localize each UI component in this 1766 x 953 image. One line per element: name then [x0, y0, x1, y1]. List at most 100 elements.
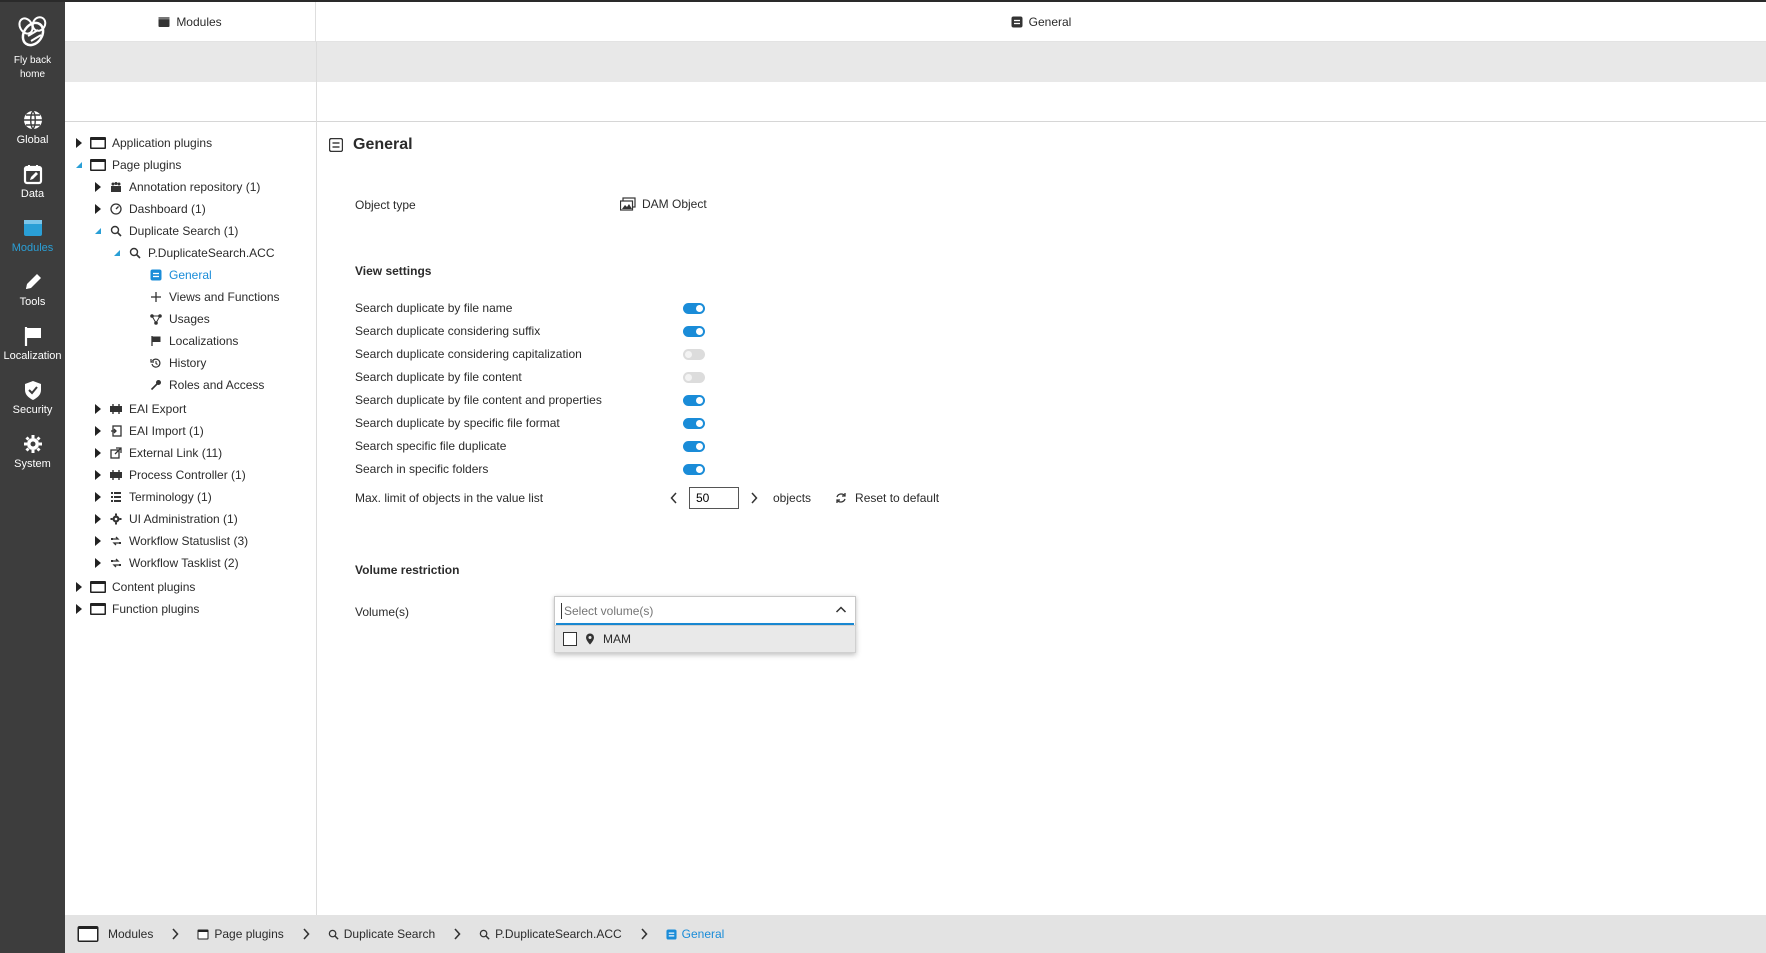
toggle-capitalization[interactable]	[683, 349, 705, 360]
flag-icon	[24, 327, 41, 346]
tree-node-process-controller[interactable]: Process Controller (1)	[93, 465, 246, 485]
tree-node-annotation-repository[interactable]: Annotation repository (1)	[93, 177, 260, 197]
tree-node-p-duplicatesearch[interactable]: P.DuplicateSearch.ACC	[112, 243, 275, 263]
tree-node-ui-administration[interactable]: UI Administration (1)	[93, 509, 238, 529]
annotation-icon	[109, 180, 123, 194]
tree-node-content-plugins[interactable]: Content plugins	[74, 577, 195, 597]
max-limit-unit: objects	[773, 491, 812, 505]
chevron-up-icon[interactable]	[835, 604, 847, 618]
expand-toggle[interactable]	[93, 558, 103, 568]
max-limit-input[interactable]	[689, 487, 739, 509]
volume-option-label[interactable]: MAM	[603, 632, 631, 646]
toggle-file-name[interactable]	[683, 303, 705, 314]
tree-node-workflow-statuslist[interactable]: Workflow Statuslist (3)	[93, 531, 248, 551]
plus-icon	[149, 290, 163, 304]
volumes-search-input[interactable]	[561, 603, 811, 619]
tree-node-general[interactable]: General	[149, 265, 212, 285]
volume-option-checkbox[interactable]	[563, 632, 577, 646]
expand-toggle[interactable]	[74, 138, 84, 148]
expand-toggle[interactable]	[93, 536, 103, 546]
tree-label: External Link (11)	[129, 446, 223, 460]
increment-chevron-icon[interactable]	[747, 491, 761, 505]
expand-toggle[interactable]	[93, 448, 103, 458]
expand-toggle[interactable]	[74, 604, 84, 614]
rail-item-data[interactable]: Data	[0, 163, 65, 200]
general-icon	[666, 928, 677, 940]
search-icon	[328, 929, 339, 940]
toggle-specific-file-duplicate[interactable]	[683, 441, 705, 452]
setting-label: Search duplicate by file content	[355, 370, 522, 384]
tree-label: Workflow Tasklist (2)	[129, 556, 239, 570]
rail-item-global[interactable]: Global	[0, 109, 65, 146]
setting-label: Search duplicate considering capitalizat…	[355, 347, 582, 361]
collapse-toggle[interactable]	[112, 248, 122, 258]
expand-toggle[interactable]	[93, 492, 103, 502]
tree-label: History	[169, 356, 207, 370]
tree-label: Usages	[169, 312, 210, 326]
reset-to-default-button[interactable]: Reset to default	[835, 491, 939, 505]
rail-item-localization[interactable]: Localization	[0, 325, 65, 362]
tree-node-views-functions[interactable]: Views and Functions	[149, 287, 280, 307]
tree-node-usages[interactable]: Usages	[149, 309, 210, 329]
tree-node-duplicate-search[interactable]: Duplicate Search (1)	[93, 221, 238, 241]
tree-label: Localizations	[169, 334, 239, 348]
decrement-chevron-icon[interactable]	[667, 491, 681, 505]
expand-toggle[interactable]	[93, 182, 103, 192]
tree-node-history[interactable]: History	[149, 353, 206, 373]
rail-item-tools[interactable]: Tools	[0, 271, 65, 308]
eai-export-icon	[109, 402, 123, 416]
tree-node-eai-export[interactable]: EAI Export	[93, 399, 186, 419]
toggle-content-and-properties[interactable]	[683, 395, 705, 406]
refresh-icon	[836, 493, 846, 503]
breadcrumb: Modules Page plugins Duplicate Search P.…	[65, 915, 1766, 953]
tree-node-dashboard[interactable]: Dashboard (1)	[93, 199, 206, 219]
tree-label: Dashboard (1)	[129, 202, 206, 216]
expand-toggle[interactable]	[93, 426, 103, 436]
tree-node-application-plugins[interactable]: Application plugins	[74, 133, 212, 153]
tree-node-workflow-tasklist[interactable]: Workflow Tasklist (2)	[93, 553, 239, 573]
breadcrumb-duplicate-search[interactable]: Duplicate Search	[328, 927, 435, 941]
volumes-select[interactable]	[554, 596, 856, 626]
rail-item-modules[interactable]: Modules	[0, 217, 65, 254]
breadcrumb-page-plugins[interactable]: Page plugins	[197, 927, 284, 941]
breadcrumb-p-duplicatesearch[interactable]: P.DuplicateSearch.ACC	[479, 927, 622, 941]
detail-panel: General Object type DAM Object View sett…	[317, 122, 1766, 915]
eai-import-icon	[109, 424, 123, 438]
toggle-suffix[interactable]	[683, 326, 705, 337]
gear-icon	[23, 435, 42, 453]
setting-label: Search duplicate by specific file format	[355, 416, 560, 430]
volumes-dropdown: MAM	[554, 625, 856, 653]
tree-node-eai-import[interactable]: EAI Import (1)	[93, 421, 204, 441]
breadcrumb-modules[interactable]: Modules	[77, 925, 153, 943]
calendar-edit-icon	[23, 165, 42, 185]
tree-node-external-link[interactable]: External Link (11)	[93, 443, 222, 463]
breadcrumb-general[interactable]: General	[666, 927, 724, 941]
toggle-specific-folders[interactable]	[683, 464, 705, 475]
object-type-label: Object type	[355, 198, 416, 212]
window-icon	[77, 926, 99, 942]
expand-toggle[interactable]	[93, 404, 103, 414]
home-link[interactable]: Fly back home	[0, 16, 65, 82]
setting-label: Search duplicate considering suffix	[355, 324, 541, 338]
chevron-right-icon	[298, 928, 314, 940]
expand-toggle[interactable]	[93, 514, 103, 524]
collapse-toggle[interactable]	[74, 160, 84, 170]
tree-label: Roles and Access	[169, 378, 265, 392]
expand-toggle[interactable]	[74, 582, 84, 592]
expand-toggle[interactable]	[93, 204, 103, 214]
subtoolbar-area	[65, 82, 1766, 122]
tree-node-page-plugins[interactable]: Page plugins	[74, 155, 181, 175]
toggle-specific-file-format[interactable]	[683, 418, 705, 429]
tree-label: General	[169, 268, 212, 282]
tree-node-roles-access[interactable]: Roles and Access	[149, 375, 264, 395]
tree-label: Content plugins	[112, 580, 196, 594]
tree-node-function-plugins[interactable]: Function plugins	[74, 599, 199, 619]
expand-toggle[interactable]	[93, 470, 103, 480]
tree-node-localizations[interactable]: Localizations	[149, 331, 238, 351]
tree-node-terminology[interactable]: Terminology (1)	[93, 487, 212, 507]
rail-item-security[interactable]: Security	[0, 379, 65, 416]
collapse-toggle[interactable]	[93, 226, 103, 236]
rail-item-system[interactable]: System	[0, 433, 65, 470]
toggle-file-content[interactable]	[683, 372, 705, 383]
window-icon	[90, 137, 106, 149]
